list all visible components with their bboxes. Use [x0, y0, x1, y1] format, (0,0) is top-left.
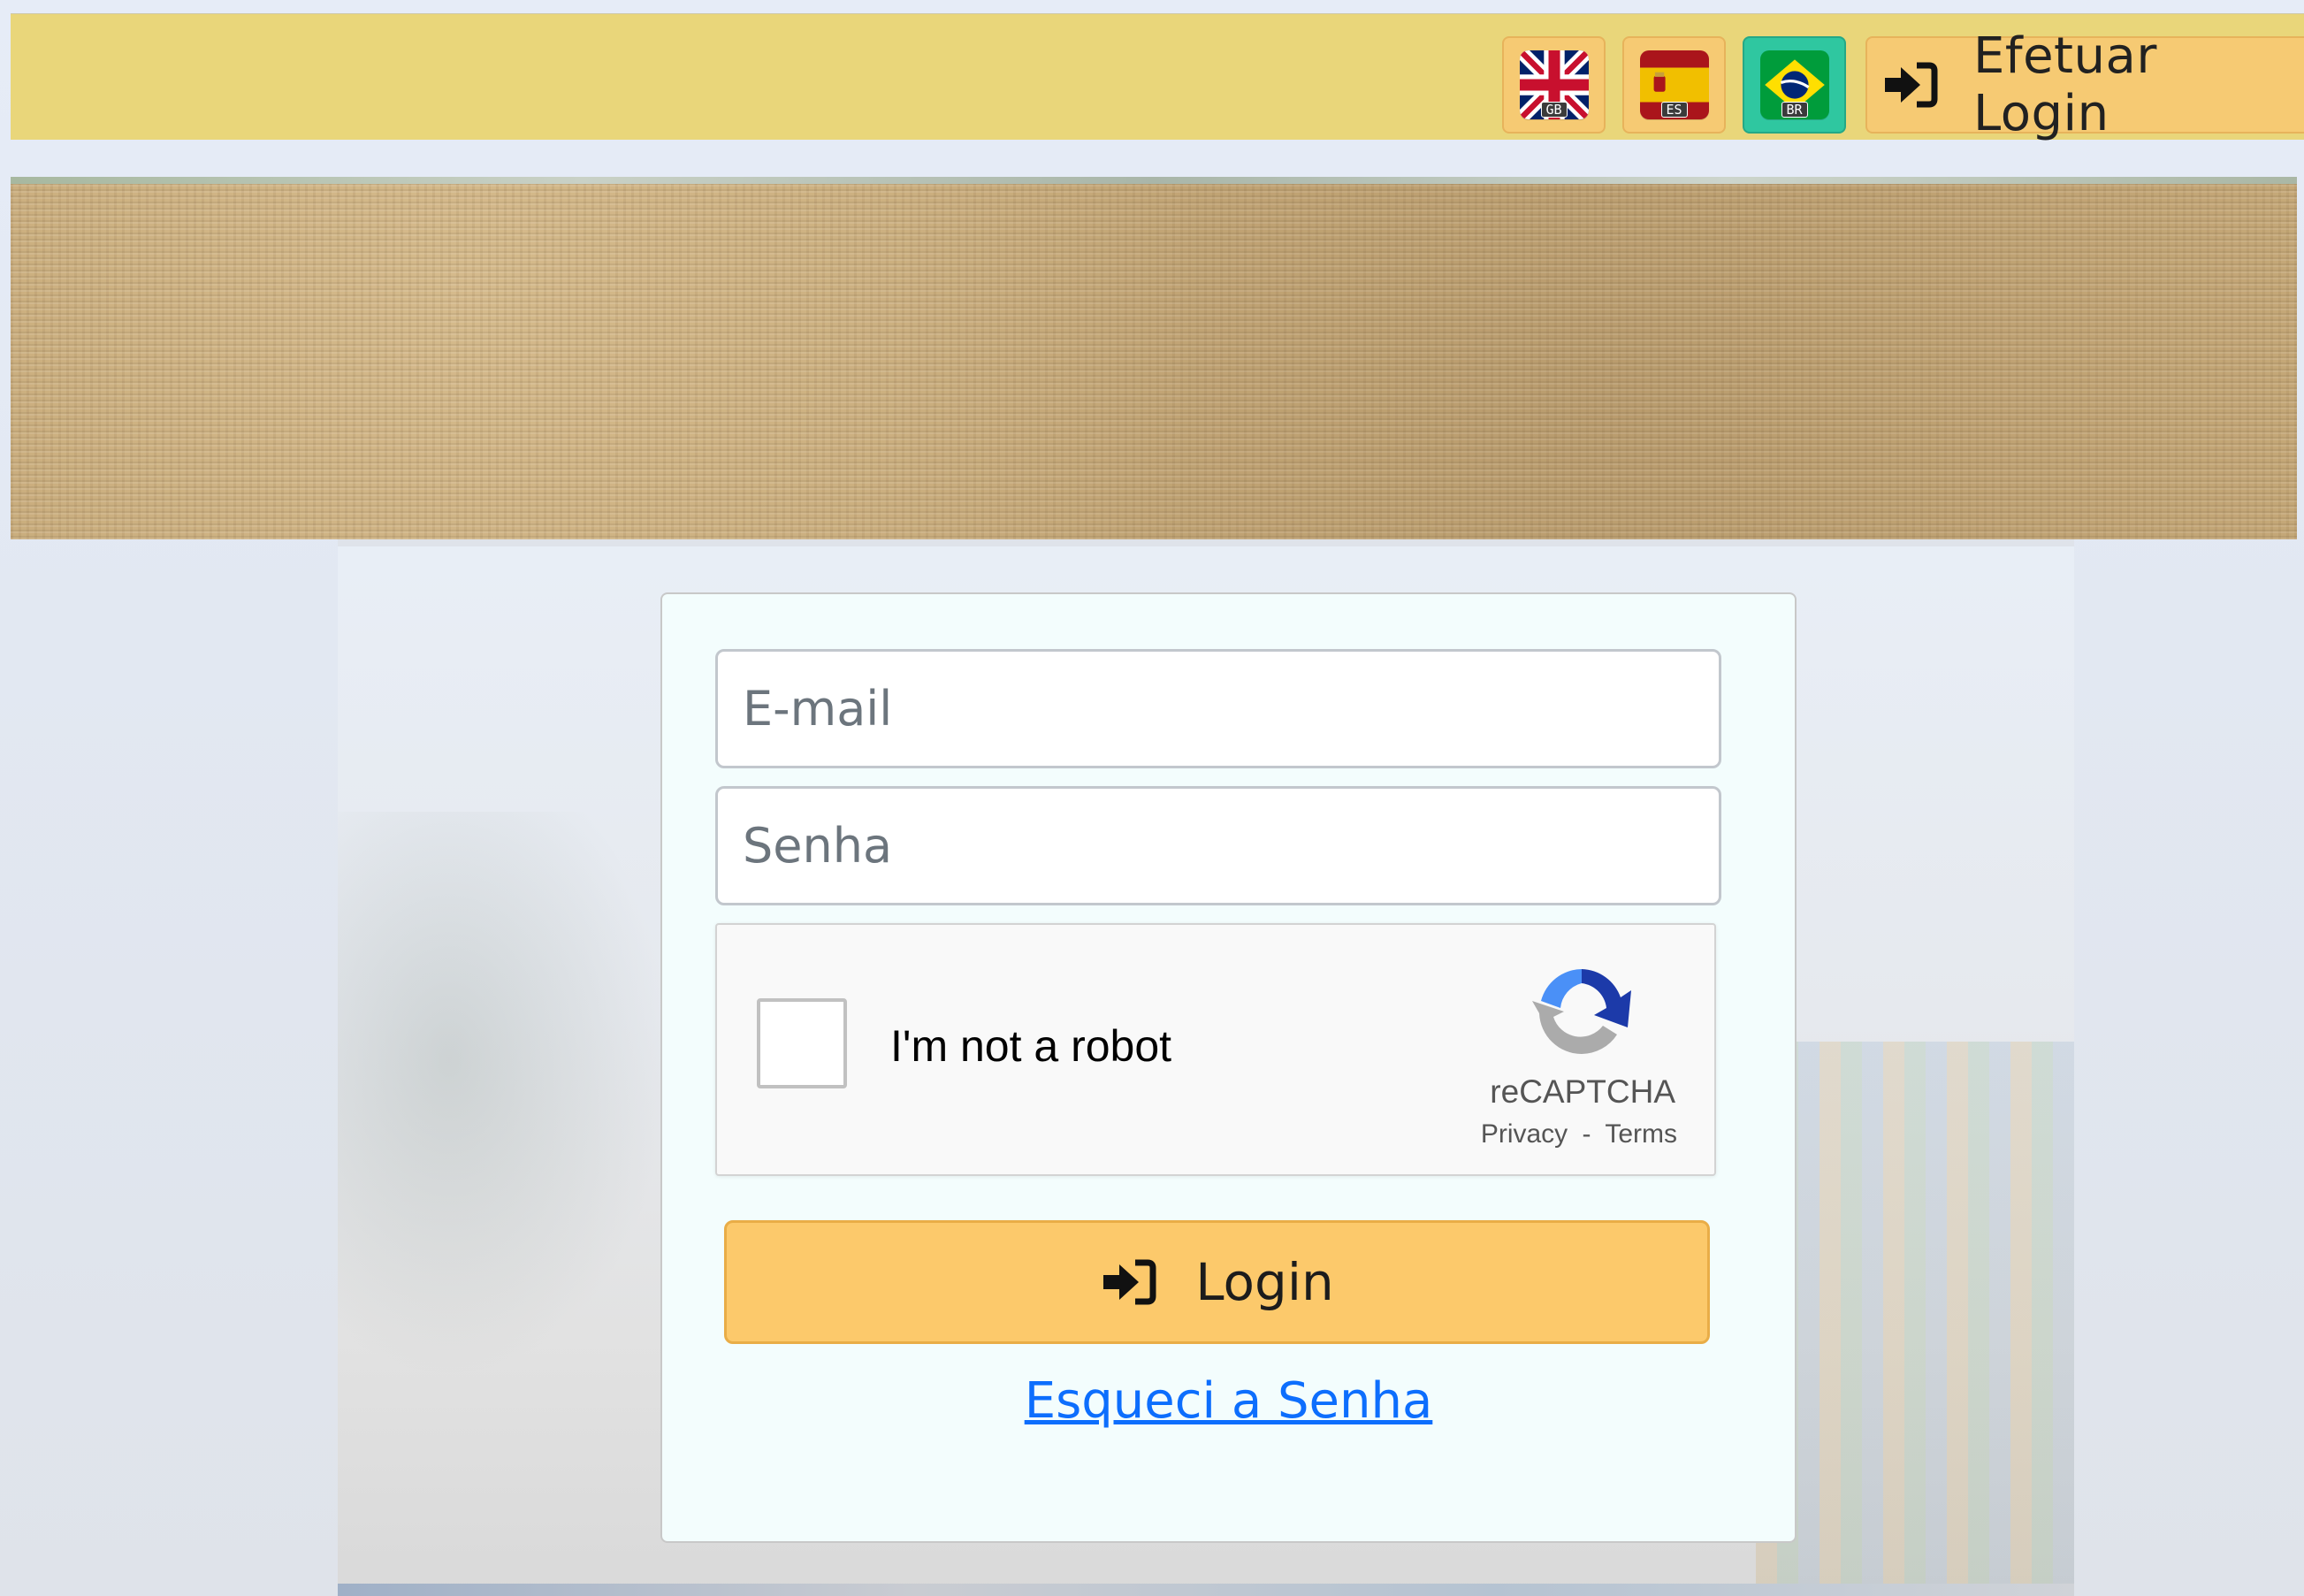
recaptcha-terms-link[interactable]: Terms [1605, 1119, 1677, 1149]
recaptcha-widget: I'm not a robot reCAPTCHA Privacy - Term… [715, 923, 1716, 1176]
uk-flag-icon: GB [1519, 50, 1589, 119]
language-code-es: ES [1660, 102, 1688, 118]
login-button[interactable]: Login [724, 1220, 1710, 1344]
header-login-button[interactable]: Efetuar Login [1865, 27, 2304, 142]
recaptcha-brand: reCAPTCHA [1490, 1073, 1675, 1110]
recaptcha-label: I'm not a robot [890, 1021, 1172, 1071]
sign-in-icon [1881, 62, 1938, 108]
main-content: I'm not a robot reCAPTCHA Privacy - Term… [338, 539, 2074, 1596]
recaptcha-privacy-link[interactable]: Privacy [1481, 1119, 1568, 1149]
top-navbar: GB ES BR Efetuar Login [11, 13, 2304, 142]
language-code-gb: GB [1540, 102, 1568, 118]
bottom-strip [338, 1584, 2074, 1596]
recaptcha-icon [1529, 958, 1635, 1065]
banner-texture [11, 184, 2297, 539]
spain-flag-icon: ES [1639, 50, 1709, 119]
brazil-flag-icon: BR [1759, 50, 1829, 119]
language-button-gb[interactable]: GB [1502, 36, 1606, 134]
language-button-br[interactable]: BR [1743, 36, 1846, 134]
email-field[interactable] [715, 649, 1721, 768]
forgot-password-link[interactable]: Esqueci a Senha [662, 1372, 1795, 1430]
background-trees [338, 812, 709, 1431]
recaptcha-checkbox[interactable] [757, 998, 847, 1088]
language-code-br: BR [1781, 102, 1808, 118]
language-button-es[interactable]: ES [1622, 36, 1726, 134]
sign-in-icon [1100, 1259, 1156, 1305]
recaptcha-separator: - [1582, 1119, 1591, 1149]
recaptcha-links: Privacy - Terms [1481, 1119, 1677, 1149]
password-field[interactable] [715, 786, 1721, 905]
background-building [1756, 1042, 2074, 1596]
login-button-label: Login [1195, 1252, 1334, 1312]
header-login-label: Efetuar Login [1973, 27, 2157, 142]
login-card: I'm not a robot reCAPTCHA Privacy - Term… [660, 592, 1797, 1543]
